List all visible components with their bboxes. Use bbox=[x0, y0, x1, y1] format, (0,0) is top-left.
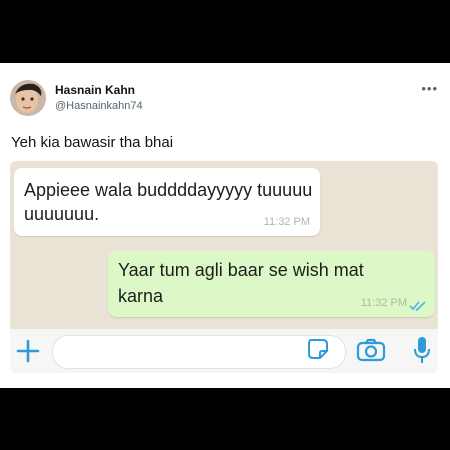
chat-screenshot: Appieee wala buddddayyyyy tuuuuu uuuuuuu… bbox=[10, 161, 438, 373]
more-icon[interactable]: ••• bbox=[421, 81, 438, 96]
camera-icon[interactable] bbox=[356, 338, 386, 362]
tweet-card: Hasnain Kahn @Hasnainkahn74 ••• Yeh kia … bbox=[0, 63, 450, 388]
plus-icon[interactable] bbox=[14, 337, 42, 365]
mic-icon[interactable] bbox=[414, 336, 430, 364]
tweet-text: Yeh kia bawasir tha bhai bbox=[11, 134, 174, 151]
author-handle[interactable]: @Hasnainkahn74 bbox=[55, 100, 143, 112]
sticker-icon[interactable] bbox=[307, 338, 329, 360]
avatar[interactable] bbox=[10, 80, 46, 116]
outgoing-message-bubble: Yaar tum agli baar se wish mat karna 11:… bbox=[108, 251, 435, 317]
outgoing-message-time: 11:32 PM bbox=[360, 297, 407, 309]
incoming-message-bubble: Appieee wala buddddayyyyy tuuuuu uuuuuuu… bbox=[14, 168, 320, 236]
incoming-message-time: 11:32 PM bbox=[263, 216, 310, 228]
message-input[interactable] bbox=[52, 335, 346, 369]
double-check-icon bbox=[409, 299, 427, 312]
author-name[interactable]: Hasnain Kahn bbox=[55, 83, 135, 97]
